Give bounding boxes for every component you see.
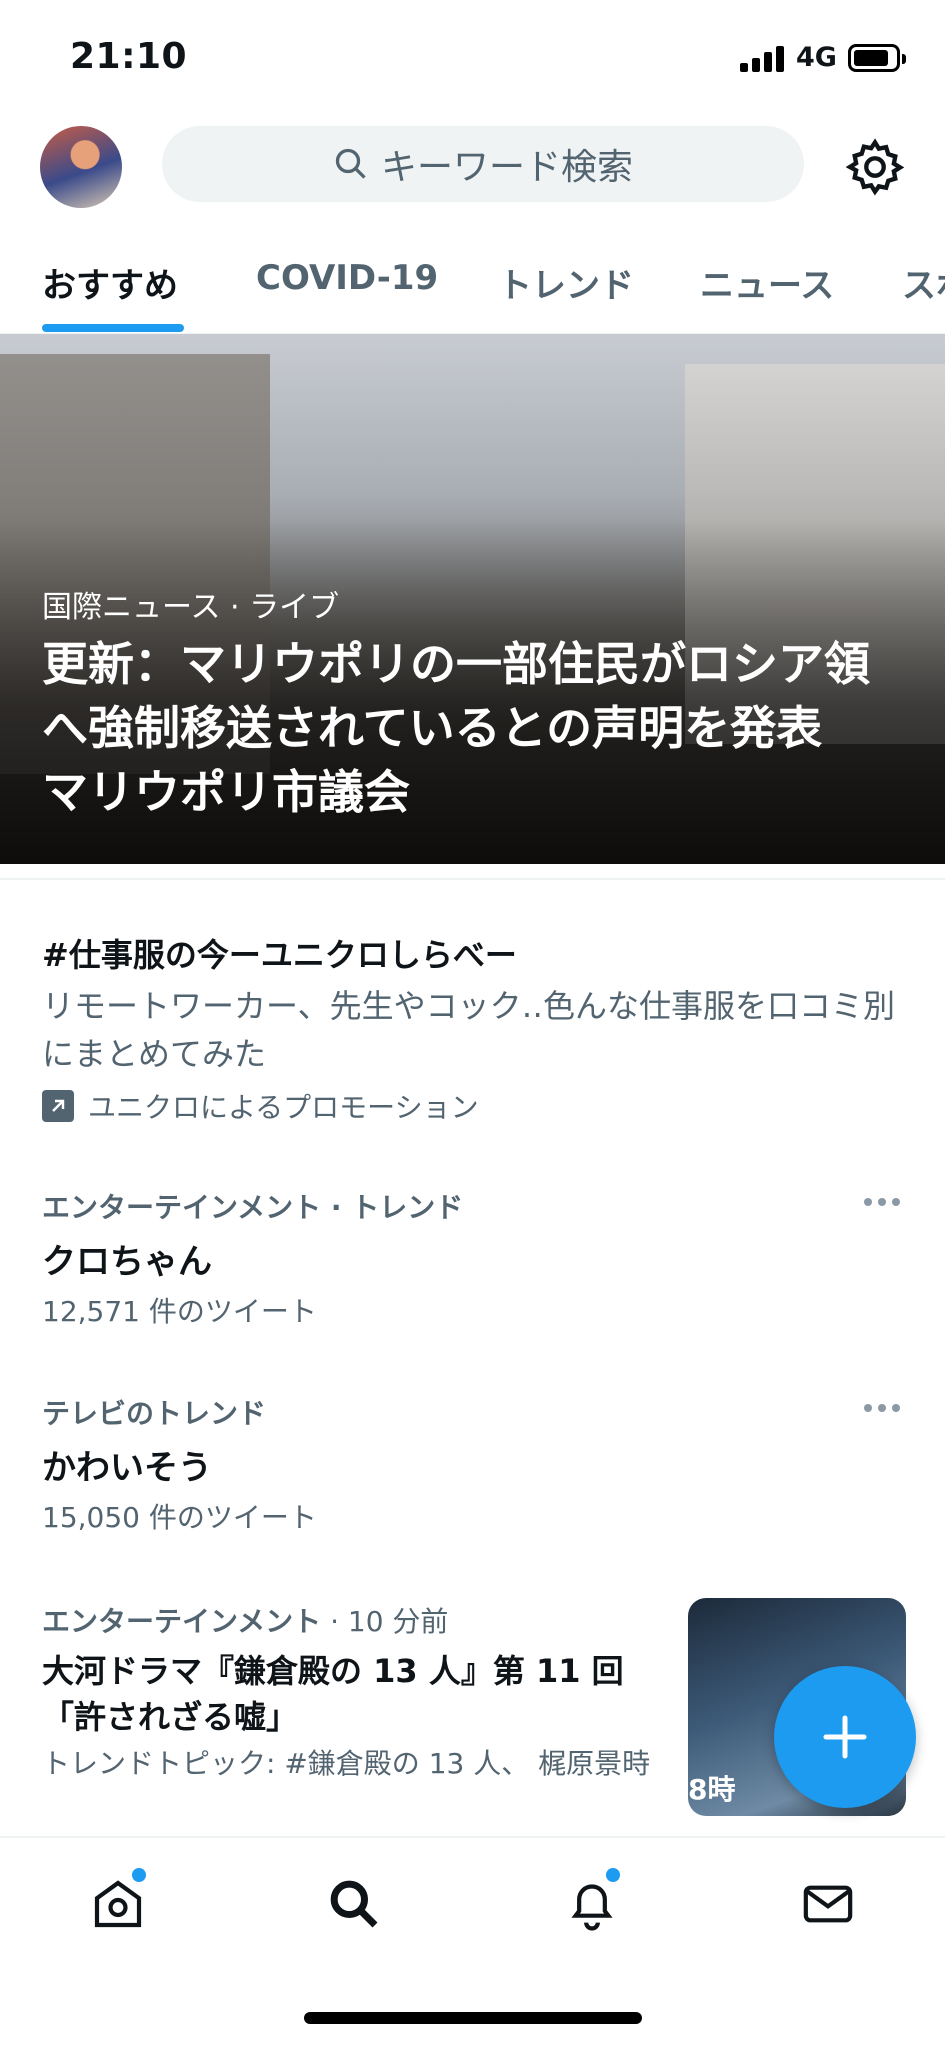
status-bar: 21:10 4G (0, 0, 945, 118)
trend-category: テレビのトレンド (42, 1397, 267, 1430)
promoted-by-text: ユニクロによるプロモーション (88, 1091, 479, 1124)
search-placeholder: キーワード検索 (380, 147, 633, 188)
news-title[interactable]: 大河ドラマ『鎌倉殿の 13 人』第 11 回「許されざる嘘」 (42, 1648, 662, 1740)
tab-trends[interactable]: トレンド (498, 258, 634, 307)
notifications-dot (606, 1868, 620, 1882)
search-input[interactable]: キーワード検索 (162, 126, 804, 202)
plus-icon (823, 1715, 867, 1759)
promoted-trend-description: リモートワーカー、先生やコック‥色んな仕事服を口コミ別にまとめてみた (42, 987, 896, 1073)
home-indicator[interactable] (304, 2012, 642, 2024)
network-type: 4G (796, 42, 837, 73)
divider (0, 878, 945, 880)
news-time: · 10 分前 (321, 1605, 449, 1638)
tab-sports[interactable]: スポ (902, 258, 945, 307)
news-meta: エンターテインメント · 10 分前 (42, 1600, 448, 1640)
tab-covid19[interactable]: COVID-19 (256, 258, 438, 298)
trend-tweet-count: 15,050 件のツイート (42, 1501, 317, 1534)
tab-news[interactable]: ニュース (700, 258, 834, 307)
news-category: エンターテインメント (42, 1605, 322, 1638)
hero-news-card[interactable]: 国際ニュース · ライブ 更新：マリウポリの一部住民がロシア領へ強制移送されてい… (0, 334, 945, 864)
status-time: 21:10 (70, 36, 188, 77)
search-icon (335, 148, 366, 179)
trend-category: エンターテインメント · トレンド (42, 1191, 464, 1224)
active-tab-indicator (42, 324, 184, 332)
promoted-label: ユニクロによるプロモーション (42, 1086, 479, 1126)
gear-icon[interactable] (846, 138, 904, 196)
explore-tabs: おすすめ COVID-19 トレンド ニュース スポ (0, 248, 945, 334)
compose-tweet-button[interactable] (774, 1666, 916, 1808)
trend-title[interactable]: かわいそう (42, 1440, 212, 1489)
more-icon[interactable] (864, 1198, 900, 1208)
avatar[interactable] (40, 126, 122, 208)
tab-recommended[interactable]: おすすめ (42, 258, 178, 307)
promoted-trend-title[interactable]: #仕事服の今ーユニクロしらべー (42, 930, 517, 976)
news-thumbnail-text: 8時 (688, 1773, 736, 1806)
mail-icon[interactable] (800, 1876, 856, 1932)
promoted-icon (42, 1090, 74, 1122)
news-topic: トレンドトピック: #鎌倉殿の 13 人、 梶原景時 (42, 1747, 651, 1780)
battery-icon (848, 44, 906, 72)
search-icon[interactable] (326, 1876, 382, 1932)
home-notification-dot (132, 1868, 146, 1882)
signal-icon (740, 46, 786, 72)
trend-tweet-count: 12,571 件のツイート (42, 1295, 317, 1328)
bell-icon[interactable] (564, 1876, 620, 1932)
home-icon[interactable] (90, 1876, 146, 1932)
trend-title[interactable]: クロちゃん (42, 1234, 212, 1283)
hero-category: 国際ニュース · ライブ (42, 590, 340, 625)
hero-headline: 更新：マリウポリの一部住民がロシア領へ強制移送されているとの声明を発表 マリウポ… (42, 637, 870, 819)
more-icon[interactable] (864, 1404, 900, 1414)
